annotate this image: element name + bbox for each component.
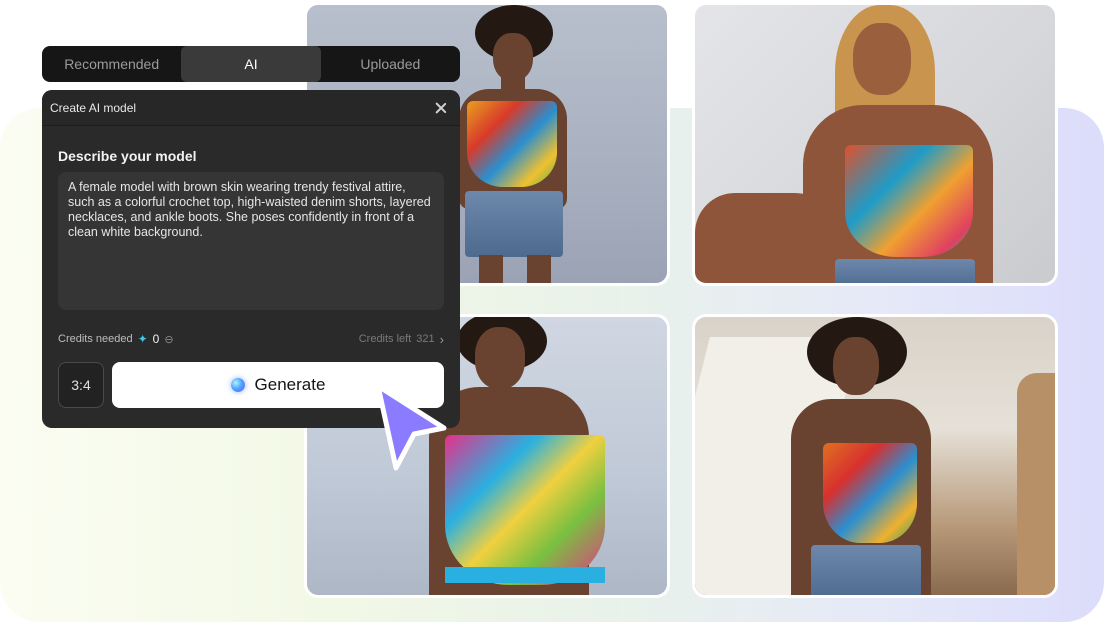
credits-row: Credits needed ✦ 0 ⊖ Credits left 321 › (58, 331, 444, 347)
denim-shorts (465, 191, 563, 257)
create-ai-model-dialog: Create AI model Describe your model A fe… (42, 90, 460, 428)
describe-model-label: Describe your model (58, 148, 197, 164)
tab-ai[interactable]: AI (181, 46, 321, 82)
side-figure (1017, 373, 1055, 595)
coin-icon: ⊖ (164, 333, 174, 346)
credits-needed-value: 0 (152, 332, 160, 346)
aspect-ratio-button[interactable]: 3:4 (58, 362, 104, 408)
chevron-right-icon: › (439, 331, 444, 347)
model-knee (695, 193, 835, 283)
denim-shorts (835, 259, 975, 283)
model-face (475, 327, 525, 389)
source-tabs: Recommended AI Uploaded (42, 46, 460, 82)
crochet-top (445, 435, 605, 585)
generated-image-2[interactable] (692, 2, 1058, 286)
dialog-header: Create AI model (42, 90, 460, 126)
crochet-top (467, 101, 557, 187)
model-face (493, 33, 533, 81)
dialog-title: Create AI model (50, 100, 137, 115)
credits-left-label: Credits left (358, 333, 412, 345)
orb-icon (230, 378, 245, 392)
model-face (853, 23, 911, 95)
credits-left-link[interactable]: Credits left 321 › (359, 332, 444, 347)
close-icon[interactable] (434, 101, 448, 115)
model-leg (479, 255, 503, 283)
generated-image-4[interactable] (692, 314, 1058, 598)
denim-jeans (811, 545, 921, 595)
crochet-top (845, 145, 973, 257)
credits-left-value: 321 (416, 333, 435, 345)
crochet-top (823, 443, 917, 543)
model-face (833, 337, 879, 395)
model-leg (527, 255, 551, 283)
cursor-arrow-icon (375, 383, 447, 471)
crochet-trim (445, 567, 605, 583)
model-description-input[interactable]: A female model with brown skin wearing t… (58, 172, 444, 310)
credits-needed: Credits needed ✦ 0 ⊖ (58, 332, 174, 346)
tab-recommended[interactable]: Recommended (42, 46, 181, 82)
tab-uploaded[interactable]: Uploaded (321, 46, 460, 82)
sparkle-icon: ✦ (137, 332, 148, 346)
credits-needed-label: Credits needed (58, 333, 133, 345)
generate-label: Generate (254, 375, 326, 394)
